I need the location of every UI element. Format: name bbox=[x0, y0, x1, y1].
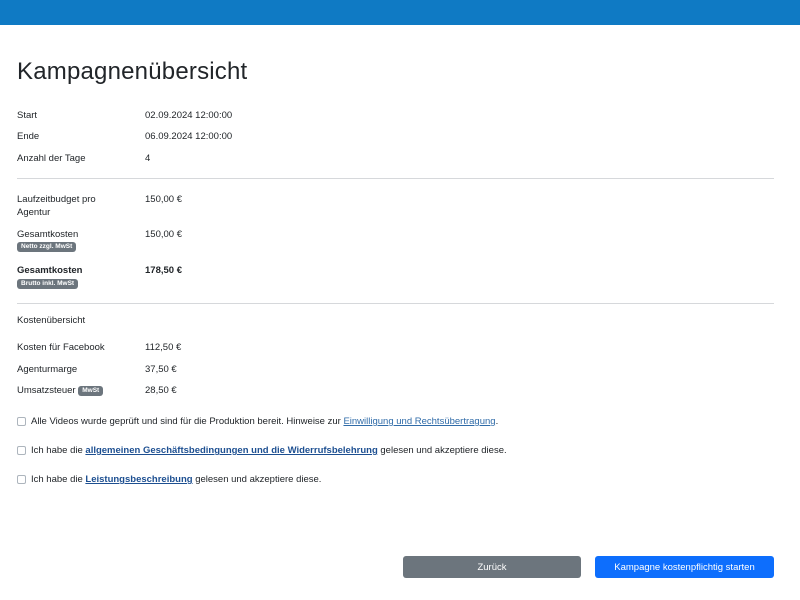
consent-text: . bbox=[495, 416, 499, 427]
consent-text: gelesen und akzeptiere diese. bbox=[192, 474, 322, 485]
consent-service-checkbox[interactable] bbox=[17, 475, 26, 484]
days-value: 4 bbox=[145, 153, 151, 164]
consent-terms-text: Ich habe die allgemeinen Geschäftsbeding… bbox=[31, 444, 507, 457]
consent-terms: Ich habe die allgemeinen Geschäftsbeding… bbox=[17, 444, 507, 457]
start-label: Start bbox=[17, 110, 38, 121]
divider bbox=[17, 303, 774, 304]
facebook-cost-value: 112,50 € bbox=[145, 342, 182, 353]
gross-badge: Brutto inkl. MwSt bbox=[17, 279, 79, 289]
consent-videos-text: Alle Videos wurde geprüft und sind für d… bbox=[31, 415, 498, 428]
consent-terms-checkbox[interactable] bbox=[17, 446, 26, 455]
budget-label: Laufzeitbudget pro Agentur bbox=[17, 194, 96, 218]
section-heading: Kostenübersicht bbox=[17, 315, 86, 326]
start-value: 02.09.2024 12:00:00 bbox=[145, 110, 233, 121]
consent-text: Ich habe die bbox=[31, 445, 86, 456]
tax-label-wrap: Umsatzsteuer MwSt bbox=[17, 384, 127, 397]
top-header-bar bbox=[0, 0, 800, 25]
service-description-link[interactable]: Leistungsbeschreibung bbox=[85, 474, 192, 485]
end-label: Ende bbox=[17, 131, 40, 142]
page-title: Kampagnenübersicht bbox=[17, 58, 248, 85]
agency-margin-value: 37,50 € bbox=[145, 364, 177, 375]
tax-value: 28,50 € bbox=[145, 385, 177, 396]
terms-link[interactable]: allgemeinen Geschäftsbedingungen und die… bbox=[85, 445, 377, 456]
consent-text: Alle Videos wurde geprüft und sind für d… bbox=[31, 416, 344, 427]
consent-service: Ich habe die Leistungsbeschreibung geles… bbox=[17, 473, 321, 486]
facebook-cost-label: Kosten für Facebook bbox=[17, 342, 105, 353]
consent-service-text: Ich habe die Leistungsbeschreibung geles… bbox=[31, 473, 321, 486]
tax-label: Umsatzsteuer bbox=[17, 385, 76, 396]
divider bbox=[17, 178, 774, 179]
net-badge: Netto zzgl. MwSt bbox=[17, 242, 77, 252]
agency-margin-label: Agenturmarge bbox=[17, 364, 78, 375]
gross-cost-value: 178,50 € bbox=[145, 265, 182, 276]
consent-rights-link[interactable]: Einwilligung und Rechtsübertragung bbox=[343, 416, 495, 427]
net-cost-label: Gesamtkosten bbox=[17, 229, 79, 240]
back-button[interactable]: Zurück bbox=[403, 556, 581, 578]
consent-text: Ich habe die bbox=[31, 474, 86, 485]
consent-videos-checkbox[interactable] bbox=[17, 417, 26, 426]
net-cost-value: 150,00 € bbox=[145, 229, 182, 240]
tax-badge: MwSt bbox=[78, 386, 104, 396]
gross-cost-label: Gesamtkosten bbox=[17, 265, 83, 276]
budget-value: 150,00 € bbox=[145, 194, 182, 205]
consent-videos: Alle Videos wurde geprüft und sind für d… bbox=[17, 415, 498, 428]
days-label: Anzahl der Tage bbox=[17, 153, 86, 164]
start-campaign-button[interactable]: Kampagne kostenpflichtig starten bbox=[595, 556, 774, 578]
end-value: 06.09.2024 12:00:00 bbox=[145, 131, 233, 142]
consent-text: gelesen und akzeptiere diese. bbox=[377, 445, 507, 456]
